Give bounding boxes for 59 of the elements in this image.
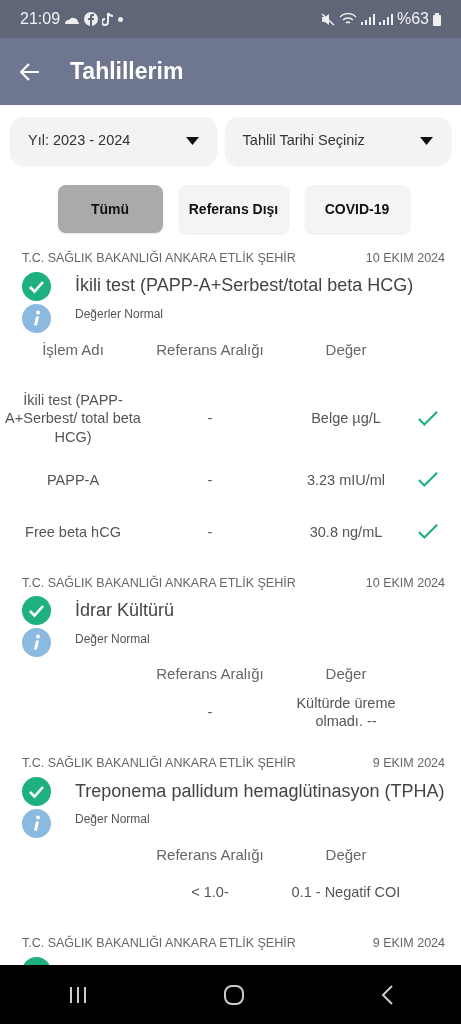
music-note-icon xyxy=(102,12,115,26)
table-cell: Free beta hCG xyxy=(25,523,121,540)
hospital-name: T.C. SAĞLIK BAKANLIĞI ANKARA ETLİK ŞEHİR xyxy=(22,574,296,592)
test-title[interactable]: İdrar Kültürü xyxy=(75,600,175,622)
hospital-name: T.C. SAĞLIK BAKANLIĞI ANKARA ETLİK ŞEHİR xyxy=(22,934,296,953)
table-cell: Kültürde üreme olmadı. -- xyxy=(296,694,396,729)
table-cell: - xyxy=(207,471,213,488)
dropdown[interactable]: Yıl: 2023 - 2024 xyxy=(10,117,217,165)
hospital-name: T.C. SAĞLIK BAKANLIĞI ANKARA ETLİK ŞEHİR xyxy=(22,754,296,773)
status-text: Değer Normal xyxy=(75,811,150,829)
battery-icon xyxy=(433,12,441,26)
signal-icon xyxy=(378,13,393,25)
signal-icon xyxy=(360,13,375,25)
check-circle-icon xyxy=(22,776,51,806)
test-date: 10 EKIM 2024 xyxy=(365,574,445,592)
table-cell: - xyxy=(207,523,213,540)
table-cell: 0.1 - Negatif COI xyxy=(291,884,401,901)
table-cell: - xyxy=(207,703,213,720)
test-date: 9 EKIM 2024 xyxy=(372,935,445,953)
check-circle-icon xyxy=(22,271,51,301)
column-header: Değer xyxy=(325,340,367,358)
dropdown[interactable]: Tahlil Tarihi Seçiniz xyxy=(224,117,451,165)
clock: 21:09 xyxy=(20,9,61,29)
dot-icon xyxy=(118,16,124,22)
test-title[interactable]: Treponema pallidum hemaglütinasyon (TPHA) xyxy=(75,780,445,803)
filter-tab[interactable]: COVID-19 xyxy=(304,185,410,233)
wifi-icon xyxy=(338,12,357,26)
column-header: Referans Aralığı xyxy=(156,665,264,683)
screen-title: Tahlillerim xyxy=(70,57,184,87)
table-cell: Belge µg/L xyxy=(311,410,381,427)
column-header: Değer xyxy=(325,665,367,683)
table-cell: 30.8 ng/mL xyxy=(309,523,383,540)
back-icon[interactable] xyxy=(380,984,393,1005)
recent-apps-icon[interactable] xyxy=(68,985,87,1004)
facebook-icon xyxy=(84,12,99,26)
dropdown-caret-icon xyxy=(185,137,199,145)
test-date: 9 EKIM 2024 xyxy=(372,755,445,773)
back-arrow-icon[interactable] xyxy=(20,62,40,81)
mute-icon xyxy=(320,12,335,26)
table-cell: 3.23 mIU/ml xyxy=(306,471,386,488)
table-cell: - xyxy=(207,410,213,427)
table-cell: PAPP-A xyxy=(46,471,100,488)
column-header: Referans Aralığı xyxy=(156,845,264,863)
filter-tab[interactable]: Referans Dışı xyxy=(178,185,289,233)
column-header: Değer xyxy=(325,845,367,863)
column-header: Referans Aralığı xyxy=(156,340,264,358)
hospital-name: T.C. SAĞLIK BAKANLIĞI ANKARA ETLİK ŞEHİR xyxy=(22,249,296,267)
dropdown-caret-icon xyxy=(420,137,433,145)
test-date: 10 EKIM 2024 xyxy=(365,250,445,267)
status-text: Değerler Normal xyxy=(75,306,164,324)
filter-tab[interactable]: Tümü xyxy=(57,185,163,233)
column-header: İşlem Adı xyxy=(42,340,104,358)
test-title[interactable]: İkili test (PAPP-A+Serbest/total beta HCG) xyxy=(75,275,414,298)
status-text: Değer Normal xyxy=(75,630,150,648)
battery-percent: %63 xyxy=(396,9,429,29)
table-cell: İkili test (PAPP-A+Serbest/ total beta HCG) xyxy=(5,392,141,445)
home-icon[interactable] xyxy=(223,984,244,1005)
table-cell: < 1.0- xyxy=(191,884,229,901)
check-circle-icon xyxy=(22,596,51,626)
